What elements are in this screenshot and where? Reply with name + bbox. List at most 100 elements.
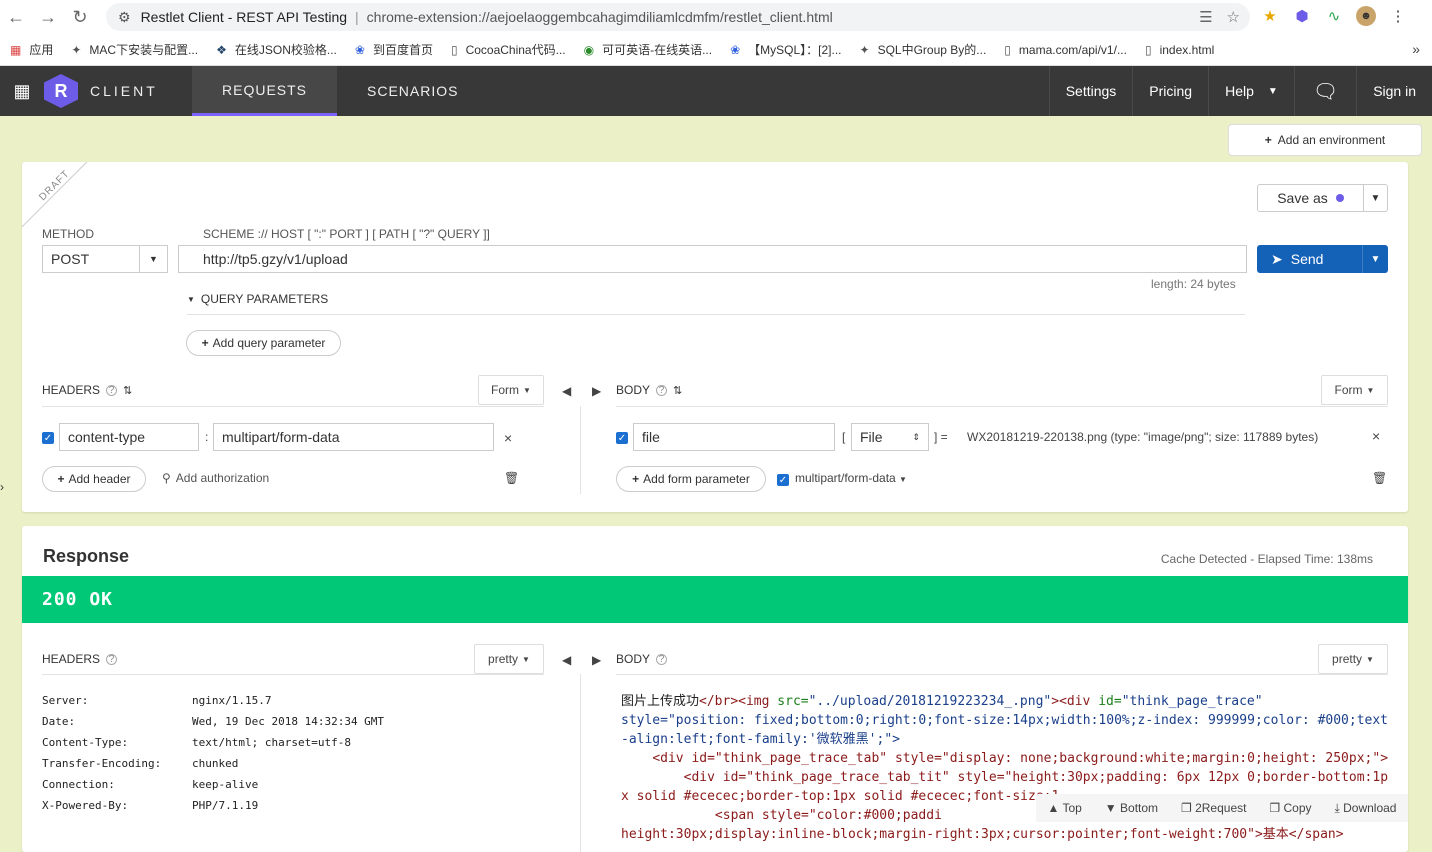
more-bookmarks-icon[interactable]: » — [1412, 41, 1420, 57]
chat-icon[interactable]: 🗨 — [1293, 66, 1356, 116]
trash-icon[interactable]: 🗑 — [1372, 471, 1387, 485]
add-query-parameter-button[interactable]: + Add query parameter — [186, 330, 341, 356]
copy-button[interactable]: ❐ Copy — [1269, 801, 1311, 815]
help-icon[interactable]: ? — [656, 653, 668, 665]
collapse-left-icon[interactable]: ◀ — [562, 384, 571, 398]
profile-avatar-icon[interactable]: ☻ — [1356, 6, 1376, 26]
help-menu[interactable]: Help ▼ — [1208, 66, 1294, 116]
reload-icon[interactable]: ↻ — [64, 7, 96, 28]
header-key-input[interactable]: content-type — [59, 423, 199, 451]
bookmark-icon: ✦ — [859, 42, 870, 57]
collapse-left-icon[interactable]: ◀ — [562, 653, 571, 667]
add-header-button[interactable]: + Add header — [42, 466, 146, 492]
header-value-input[interactable]: multipart/form-data — [213, 423, 494, 451]
multipart-dropdown[interactable]: multipart/form-data ▼ — [795, 471, 907, 485]
bookmark-item[interactable]: ◉ 可可英语-在线英语... — [584, 41, 712, 58]
remove-param-icon[interactable]: × — [1372, 428, 1380, 444]
help-icon[interactable]: ? — [106, 384, 118, 396]
pulse-extension-icon[interactable]: ∿ — [1324, 6, 1344, 26]
sort-icon[interactable]: ⇅ — [123, 384, 132, 397]
divider — [42, 406, 544, 407]
sort-icon[interactable]: ⇅ — [673, 384, 682, 397]
bottom-button[interactable]: ▼ Bottom — [1105, 801, 1158, 815]
restlet-extension-icon[interactable]: ⬢ — [1292, 6, 1312, 26]
extensions-icon[interactable]: ★ — [1260, 6, 1280, 26]
collapse-right-icon[interactable]: ▶ — [592, 653, 601, 667]
bookmark-icon: ◉ — [583, 42, 595, 57]
sign-in-link[interactable]: Sign in — [1356, 66, 1432, 116]
page-title: Restlet Client - REST API Testing — [140, 9, 348, 25]
header-enabled-checkbox[interactable]: ✓ — [42, 432, 54, 444]
top-button[interactable]: ▲ Top — [1047, 801, 1081, 815]
caret-down-icon: ▼ — [1366, 385, 1375, 395]
body-param-enabled-checkbox[interactable]: ✓ — [616, 432, 628, 444]
body-param-key-input[interactable]: file — [633, 423, 835, 451]
response-body-mode-dropdown[interactable]: pretty ▼ — [1318, 644, 1388, 674]
page-icon: ▯ — [450, 42, 458, 57]
caret-down-icon[interactable]: ▼ — [1362, 245, 1388, 273]
trash-icon[interactable]: 🗑 — [504, 471, 519, 485]
star-icon[interactable]: ☆ — [1227, 8, 1240, 26]
download-button[interactable]: ⤓ Download — [1334, 801, 1396, 816]
add-form-parameter-button[interactable]: + Add form parameter — [616, 466, 766, 492]
divider — [187, 314, 1245, 315]
body-mode-dropdown[interactable]: Form ▼ — [1321, 375, 1388, 405]
translate-icon[interactable]: ☰ — [1199, 8, 1212, 26]
bookmark-item[interactable]: ▦ 应用 — [10, 41, 53, 58]
bookmark-item[interactable]: ❖ 在线JSON校验格... — [216, 41, 337, 58]
back-icon[interactable]: ← — [0, 7, 32, 28]
key-icon: ⚲ — [162, 471, 171, 485]
bookmark-item[interactable]: ▯ index.html — [1145, 43, 1214, 57]
add-environment-button[interactable]: + Add an environment — [1228, 124, 1422, 156]
tab-requests[interactable]: REQUESTS — [192, 66, 338, 116]
json-icon: ❖ — [216, 42, 227, 57]
save-as-button[interactable]: Save as ▼ — [1257, 184, 1388, 212]
puzzle-icon: ⚙ — [118, 8, 131, 25]
bookmark-item[interactable]: ✦ SQL中Group By的... — [860, 41, 987, 58]
divider — [42, 674, 544, 675]
help-icon[interactable]: ? — [106, 653, 118, 665]
forward-icon[interactable]: → — [32, 7, 64, 28]
table-row: X-Powered-By: PHP/7.1.19 — [42, 799, 259, 812]
page-icon: ▯ — [1144, 42, 1152, 57]
tab-scenarios[interactable]: SCENARIOS — [337, 66, 488, 116]
updown-icon: ⇕ — [912, 431, 920, 442]
response-body-toolbar: ▲ Top ▼ Bottom ❐ 2Request ❐ Copy ⤓ Downl… — [1036, 794, 1408, 822]
to-request-button[interactable]: ❐ 2Request — [1181, 801, 1246, 815]
app-grid-icon[interactable]: ▦ — [0, 81, 44, 102]
bookmark-item[interactable]: ❀ 【MySQL】：[2]... — [730, 41, 841, 58]
address-bar[interactable]: ⚙ Restlet Client - REST API Testing | ch… — [106, 3, 1250, 31]
plus-icon: + — [57, 472, 65, 486]
help-icon[interactable]: ? — [656, 384, 668, 396]
query-parameters-toggle[interactable]: ▼ QUERY PARAMETERS — [187, 292, 328, 306]
expand-sidebar-icon[interactable]: › — [0, 480, 4, 494]
request-panel: DRAFT Save as ▼ METHOD POST ▼ SCHEME ://… — [22, 162, 1408, 512]
caret-down-icon: ▼ — [187, 294, 195, 304]
caret-down-icon[interactable]: ▼ — [1363, 185, 1387, 211]
multipart-checkbox[interactable]: ✓ — [777, 474, 789, 486]
menu-dots-icon[interactable]: ⋮ — [1388, 6, 1408, 26]
collapse-right-icon[interactable]: ▶ — [592, 384, 601, 398]
bookmark-item[interactable]: ❀ 到百度首页 — [355, 41, 433, 58]
send-button[interactable]: ➤ Send ▼ — [1257, 245, 1388, 273]
add-authorization-link[interactable]: ⚲ Add authorization — [162, 471, 269, 485]
settings-link[interactable]: Settings — [1048, 66, 1133, 116]
bookmark-item[interactable]: ▯ mama.com/api/v1/... — [1004, 43, 1127, 57]
body-param-type-select[interactable]: File ⇕ — [851, 423, 929, 451]
bracket-open: [ — [842, 430, 846, 444]
remove-header-icon[interactable]: × — [504, 430, 512, 446]
caret-down-icon: ▼ — [523, 385, 531, 395]
bookmark-item[interactable]: ▯ CocoaChina代码... — [451, 41, 566, 58]
headers-mode-dropdown[interactable]: Form ▼ — [478, 375, 544, 405]
unsaved-dot-icon — [1335, 194, 1344, 202]
caret-down-icon: ▼ — [1267, 85, 1278, 97]
request-headers-title: HEADERS ? ⇅ — [42, 383, 133, 397]
copy-icon: ❐ — [1269, 801, 1281, 815]
method-select[interactable]: POST ▼ — [42, 245, 168, 273]
url-input[interactable]: http://tp5.gzy/v1/upload — [178, 245, 1247, 273]
bookmark-item[interactable]: ✦ MAC下安装与配置... — [71, 41, 198, 58]
response-headers-list: Server: nginx/1.15.7 Date: Wed, 19 Dec 201… — [42, 690, 384, 816]
pricing-link[interactable]: Pricing — [1132, 66, 1208, 116]
response-headers-mode-dropdown[interactable]: pretty ▼ — [474, 644, 544, 674]
caret-down-icon: ▼ — [139, 246, 167, 272]
